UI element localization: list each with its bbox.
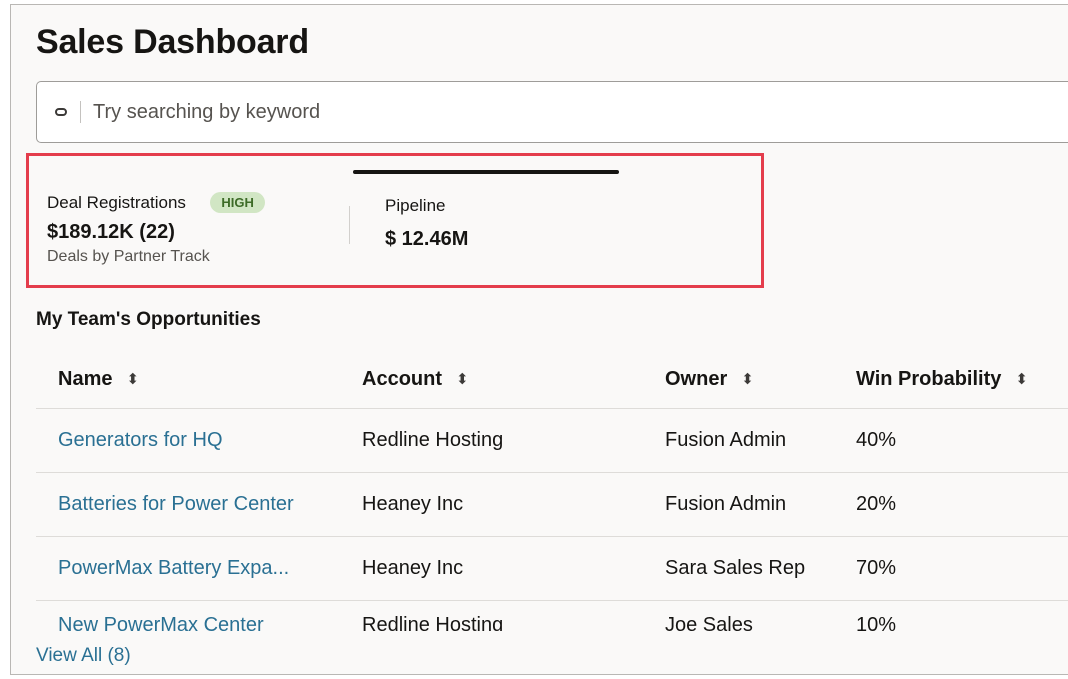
pipeline-metric[interactable]: Pipeline $ 12.46M <box>385 196 468 251</box>
section-title-opportunities: My Team's Opportunities <box>36 309 261 330</box>
opportunity-name-link[interactable]: PowerMax Battery Expa... <box>58 537 289 600</box>
owner-cell: Joe Sales <box>665 614 753 631</box>
table-row: Batteries for Power Center Heaney Inc Fu… <box>36 473 1068 537</box>
win-probability-cell: 20% <box>856 493 897 515</box>
table-row: New PowerMax Center Redline Hosting Joe … <box>36 601 1068 631</box>
pipeline-value: $ 12.46M <box>385 228 469 250</box>
metrics-highlight-box: Deal Registrations HIGH $189.12K (22) De… <box>26 153 764 288</box>
deal-registrations-metric[interactable]: Deal Registrations HIGH $189.12K (22) De… <box>47 192 265 266</box>
search-divider <box>80 101 81 123</box>
table-row: PowerMax Battery Expa... Heaney Inc Sara… <box>36 537 1068 601</box>
opportunity-name-link[interactable]: Batteries for Power Center <box>58 473 294 536</box>
opportunities-table: Name ⬍ Account ⬍ Owner ⬍ Win Probability… <box>36 351 1068 631</box>
page-title: Sales Dashboard <box>36 23 309 61</box>
account-cell: Redline Hosting <box>362 614 504 631</box>
sort-icon[interactable]: ⬍ <box>1015 372 1028 387</box>
search-bar[interactable] <box>36 81 1068 143</box>
owner-cell: Sara Sales Rep <box>665 557 806 579</box>
sort-icon[interactable]: ⬍ <box>456 372 469 387</box>
win-probability-cell: 40% <box>856 429 897 451</box>
search-input[interactable] <box>93 96 993 128</box>
column-header-name[interactable]: Name ⬍ <box>58 351 139 408</box>
column-header-owner[interactable]: Owner ⬍ <box>665 351 754 408</box>
column-header-account[interactable]: Account ⬍ <box>362 351 469 408</box>
sort-icon[interactable]: ⬍ <box>126 372 139 387</box>
deal-registrations-value: $189.12K (22) <box>47 221 175 243</box>
deal-registrations-label: Deal Registrations <box>47 192 186 212</box>
metric-tab-indicator <box>353 170 619 174</box>
account-cell: Heaney Inc <box>362 493 464 515</box>
deal-registrations-subtitle: Deals by Partner Track <box>47 248 210 265</box>
view-all-link[interactable]: View All (8) <box>36 645 131 667</box>
win-probability-cell: 70% <box>856 557 897 579</box>
sort-icon[interactable]: ⬍ <box>741 372 754 387</box>
owner-cell: Fusion Admin <box>665 493 787 515</box>
account-cell: Redline Hosting <box>362 429 504 451</box>
opportunity-name-link[interactable]: New PowerMax Center <box>58 614 264 631</box>
metric-divider <box>349 206 350 244</box>
dashboard-frame: Sales Dashboard Deal Registrations HIGH … <box>10 4 1068 675</box>
table-row: Generators for HQ Redline Hosting Fusion… <box>36 409 1068 473</box>
table-header-row: Name ⬍ Account ⬍ Owner ⬍ Win Probability… <box>36 351 1068 409</box>
pipeline-label: Pipeline <box>385 196 446 215</box>
win-probability-cell: 10% <box>856 614 897 631</box>
opportunity-name-link[interactable]: Generators for HQ <box>58 409 223 472</box>
search-icon <box>55 108 67 116</box>
account-cell: Heaney Inc <box>362 557 464 579</box>
column-header-win-probability[interactable]: Win Probability ⬍ <box>856 351 1028 408</box>
status-badge: HIGH <box>210 192 265 213</box>
owner-cell: Fusion Admin <box>665 429 787 451</box>
